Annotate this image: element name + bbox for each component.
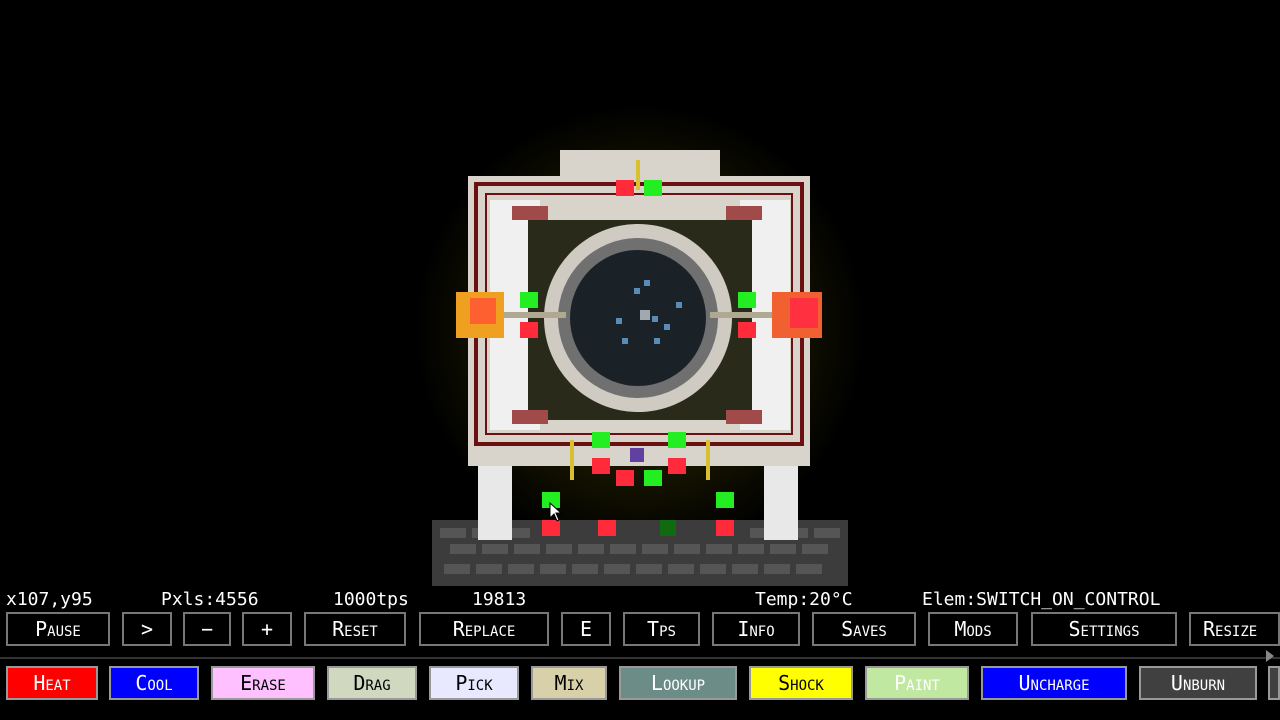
temperature-readout: Temp:20°C xyxy=(755,589,853,610)
ticks-per-second: 1000tps xyxy=(333,589,409,610)
reset-button[interactable]: Reset xyxy=(304,612,406,646)
cursor-coordinates: x107,y95 xyxy=(6,589,93,610)
resize-button[interactable]: Resize xyxy=(1189,612,1280,646)
control-toolbar: Pause > − + Reset Replace E Tps Info Sav… xyxy=(0,612,1280,648)
selected-element: Elem:SWITCH_ON_CONTROL xyxy=(922,589,1161,610)
unburn-tool-button[interactable]: Unburn xyxy=(1139,666,1257,700)
pause-button[interactable]: Pause xyxy=(6,612,110,646)
erase-tool-button[interactable]: Erase xyxy=(211,666,315,700)
step-button[interactable]: > xyxy=(122,612,172,646)
toolbar-scrollbar[interactable] xyxy=(0,657,1280,659)
drag-tool-button[interactable]: Drag xyxy=(327,666,417,700)
pick-tool-button[interactable]: Pick xyxy=(429,666,519,700)
pixel-count: Pxls:4556 xyxy=(161,589,259,610)
mouse-cursor-icon xyxy=(549,502,563,522)
mix-tool-button[interactable]: Mix xyxy=(531,666,607,700)
heat-tool-button[interactable]: Heat xyxy=(6,666,98,700)
increase-size-button[interactable]: + xyxy=(242,612,292,646)
decrease-size-button[interactable]: − xyxy=(183,612,231,646)
replace-button[interactable]: Replace xyxy=(419,612,549,646)
simulation-canvas[interactable] xyxy=(0,0,1280,590)
scroll-right-icon[interactable] xyxy=(1266,650,1274,662)
tool-bar: Heat Cool Erase Drag Pick Mix Lookup Sho… xyxy=(0,666,1280,702)
element-button[interactable]: E xyxy=(561,612,611,646)
lookup-tool-button[interactable]: Lookup xyxy=(619,666,737,700)
paint-tool-button[interactable]: Paint xyxy=(865,666,969,700)
status-bar: x107,y95 Pxls:4556 1000tps 19813 Temp:20… xyxy=(0,588,1280,612)
uncharge-tool-button[interactable]: Uncharge xyxy=(981,666,1127,700)
mods-button[interactable]: Mods xyxy=(928,612,1018,646)
settings-button[interactable]: Settings xyxy=(1031,612,1177,646)
cool-tool-button[interactable]: Cool xyxy=(109,666,199,700)
saves-button[interactable]: Saves xyxy=(812,612,916,646)
shock-tool-button[interactable]: Shock xyxy=(749,666,853,700)
info-button[interactable]: Info xyxy=(712,612,800,646)
next-tool-button[interactable] xyxy=(1268,666,1280,700)
pixel-machine xyxy=(432,150,848,586)
tick-counter: 19813 xyxy=(472,589,527,610)
tps-button[interactable]: Tps xyxy=(623,612,700,646)
